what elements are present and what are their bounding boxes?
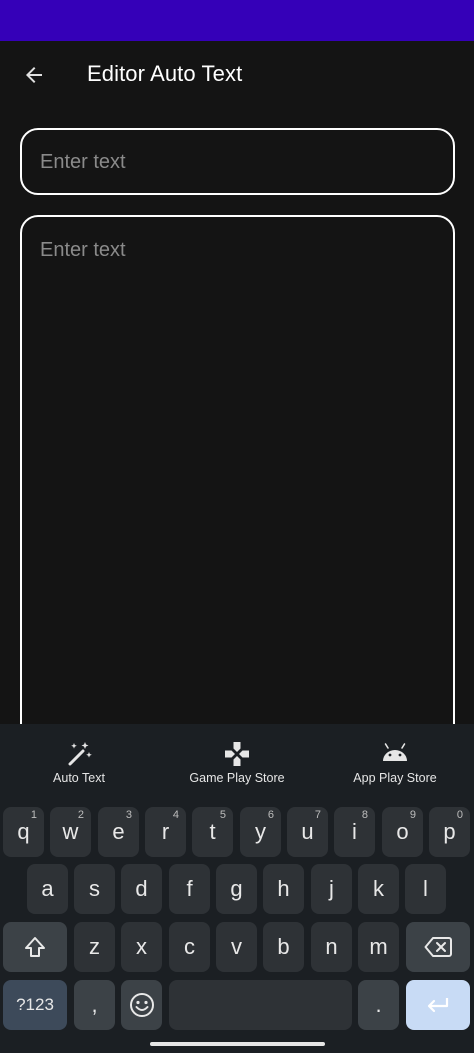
symbols-key[interactable]: ?123 — [3, 980, 67, 1030]
app-bar: Editor Auto Text — [0, 41, 474, 111]
title-input-placeholder: Enter text — [40, 151, 126, 173]
key-j[interactable]: j — [311, 864, 352, 914]
key-i[interactable]: i8 — [334, 807, 375, 857]
android-icon — [381, 740, 409, 768]
comma-key[interactable]: , — [74, 980, 115, 1030]
key-r-label: r — [161, 819, 170, 844]
key-w-label: w — [62, 819, 79, 844]
key-m[interactable]: m — [358, 922, 399, 972]
page-title: Editor Auto Text — [87, 61, 243, 86]
gesture-nav-bar[interactable] — [150, 1042, 325, 1046]
key-e-label: e — [112, 819, 125, 844]
emoji-key[interactable] — [121, 980, 162, 1030]
key-t-label: t — [209, 819, 216, 844]
enter-icon — [427, 998, 449, 1013]
body-text-area-placeholder: Enter text — [40, 239, 126, 261]
shift-key[interactable] — [3, 922, 67, 972]
period-key[interactable]: . — [358, 980, 399, 1030]
backspace-icon — [424, 937, 452, 957]
key-p[interactable]: p0 — [429, 807, 470, 857]
key-d[interactable]: d — [121, 864, 162, 914]
backspace-key[interactable] — [406, 922, 470, 972]
key-y[interactable]: y6 — [240, 807, 281, 857]
key-e[interactable]: e3 — [98, 807, 139, 857]
keyboard: Auto Text Game Play Store App Play Store… — [0, 724, 474, 1053]
key-y-label: y — [255, 819, 266, 844]
space-key[interactable] — [169, 980, 352, 1030]
key-u-hint: 7 — [314, 809, 321, 821]
shift-icon — [25, 937, 45, 957]
key-l[interactable]: l — [405, 864, 446, 914]
emoji-icon — [129, 993, 154, 1017]
key-t[interactable]: t5 — [192, 807, 233, 857]
key-q[interactable]: q1 — [3, 807, 44, 857]
key-r-hint: 4 — [172, 809, 179, 821]
key-k[interactable]: k — [358, 864, 399, 914]
key-o[interactable]: o9 — [382, 807, 423, 857]
back-arrow-icon — [26, 67, 42, 83]
key-c[interactable]: c — [169, 922, 210, 972]
body-text-area[interactable]: Enter text — [20, 215, 455, 775]
key-b[interactable]: b — [263, 922, 304, 972]
magic-wand-icon — [65, 740, 93, 768]
key-o-label: o — [396, 819, 409, 844]
key-h[interactable]: h — [263, 864, 304, 914]
app-play-store-label: App Play Store — [353, 771, 437, 785]
key-p-label: p — [443, 819, 456, 844]
keyboard-toolbar: Auto Text Game Play Store App Play Store — [0, 724, 474, 802]
key-y-hint: 6 — [267, 809, 274, 821]
key-p-hint: 0 — [456, 809, 463, 821]
gamepad-icon — [223, 740, 251, 768]
app-play-store-button[interactable]: App Play Store — [316, 740, 474, 796]
key-e-hint: 3 — [125, 809, 132, 821]
auto-text-button[interactable]: Auto Text — [0, 740, 158, 796]
key-t-hint: 5 — [219, 809, 226, 821]
auto-text-label: Auto Text — [53, 771, 105, 785]
status-bar — [0, 0, 474, 41]
key-q-label: q — [17, 819, 30, 844]
key-f[interactable]: f — [169, 864, 210, 914]
key-o-hint: 9 — [409, 809, 416, 821]
key-z[interactable]: z — [74, 922, 115, 972]
enter-key[interactable] — [406, 980, 470, 1030]
game-play-store-label: Game Play Store — [189, 771, 285, 785]
key-i-label: i — [352, 819, 357, 844]
game-play-store-button[interactable]: Game Play Store — [158, 740, 316, 796]
key-a[interactable]: a — [27, 864, 68, 914]
key-s[interactable]: s — [74, 864, 115, 914]
key-u-label: u — [301, 819, 314, 844]
back-button[interactable] — [14, 55, 54, 95]
key-v[interactable]: v — [216, 922, 257, 972]
key-w[interactable]: w2 — [50, 807, 91, 857]
key-i-hint: 8 — [361, 809, 368, 821]
key-q-hint: 1 — [30, 809, 37, 821]
key-u[interactable]: u7 — [287, 807, 328, 857]
key-n[interactable]: n — [311, 922, 352, 972]
key-r[interactable]: r4 — [145, 807, 186, 857]
key-x[interactable]: x — [121, 922, 162, 972]
title-input[interactable]: Enter text — [20, 128, 455, 195]
key-w-hint: 2 — [77, 809, 84, 821]
key-g[interactable]: g — [216, 864, 257, 914]
